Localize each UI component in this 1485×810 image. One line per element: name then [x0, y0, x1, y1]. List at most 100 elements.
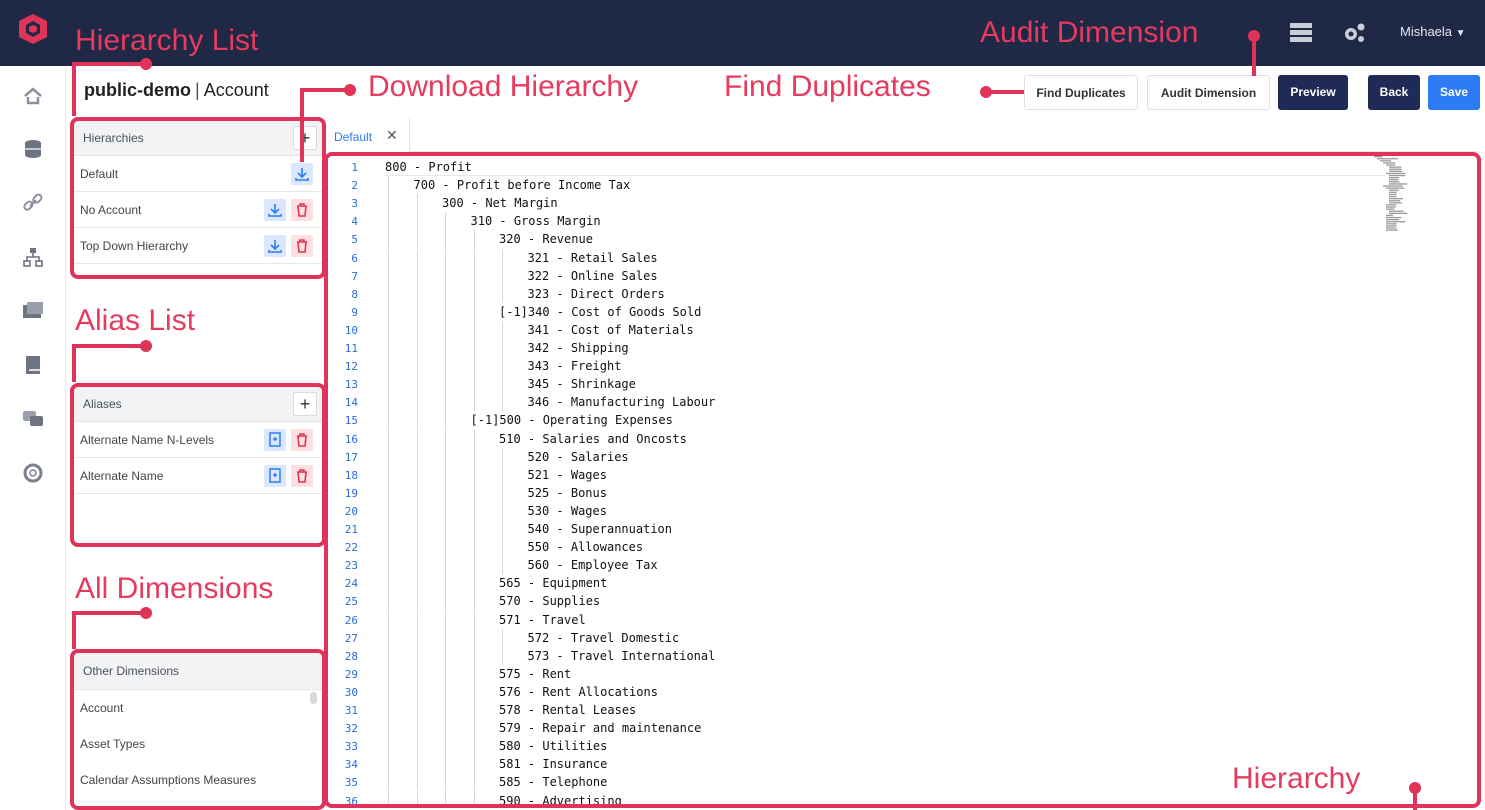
editor-line[interactable]: 15 [-1]500 - Operating Expenses — [330, 411, 1370, 430]
edit-alias-button[interactable] — [264, 465, 286, 487]
editor-line[interactable]: 4 310 - Gross Margin — [330, 212, 1370, 231]
editor-line[interactable]: 18 521 - Wages — [330, 465, 1370, 484]
editor-line[interactable]: 14 346 - Manufacturing Labour — [330, 393, 1370, 412]
back-button[interactable]: Back — [1368, 75, 1420, 110]
preview-button[interactable]: Preview — [1278, 75, 1348, 110]
editor-line[interactable]: 6 321 - Retail Sales — [330, 248, 1370, 267]
server-icon[interactable] — [1289, 22, 1313, 44]
editor-line[interactable]: 31 578 - Rental Leases — [330, 701, 1370, 719]
indent-guide — [445, 320, 446, 339]
hierarchy-item-top-down[interactable]: Top Down Hierarchy — [73, 228, 323, 264]
add-alias-button[interactable]: + — [293, 392, 317, 416]
indent-guide — [388, 791, 389, 804]
indent-guide — [388, 411, 389, 430]
editor-line[interactable]: 25 570 - Supplies — [330, 592, 1370, 611]
editor-line[interactable]: 24 565 - Equipment — [330, 574, 1370, 593]
gears-icon[interactable] — [1342, 22, 1366, 44]
editor-line[interactable]: 10 341 - Cost of Materials — [330, 320, 1370, 339]
delete-alias-button[interactable] — [291, 465, 313, 487]
line-number: 21 — [344, 523, 358, 536]
editor-line[interactable]: 7 322 - Online Sales — [330, 266, 1370, 285]
editor-line[interactable]: 9 [-1]340 - Cost of Goods Sold — [330, 302, 1370, 321]
line-number: 14 — [344, 396, 358, 410]
download-icon — [295, 168, 309, 181]
audit-dimension-button[interactable]: Audit Dimension — [1147, 75, 1270, 110]
hierarchy-item-default[interactable]: Default — [73, 156, 323, 192]
dimension-item[interactable]: Calendar Assumptions Measures — [73, 762, 323, 798]
edit-alias-button[interactable] — [264, 429, 286, 451]
line-number: 2 — [351, 179, 358, 193]
add-hierarchy-button[interactable]: + — [293, 126, 317, 150]
editor-line[interactable]: 13 345 - Shrinkage — [330, 375, 1370, 394]
editor-line[interactable]: 21 540 - Superannuation — [330, 520, 1370, 538]
delete-alias-button[interactable] — [291, 429, 313, 451]
other-dimensions-header: Other Dimensions — [73, 652, 323, 690]
editor-line[interactable]: 12 343 - Freight — [330, 357, 1370, 376]
find-duplicates-button[interactable]: Find Duplicates — [1024, 75, 1138, 110]
download-hierarchy-button[interactable] — [264, 199, 286, 221]
editor-line[interactable]: 32 579 - Repair and maintenance — [330, 719, 1370, 738]
editor-line[interactable]: 20 530 - Wages — [330, 501, 1370, 520]
user-menu[interactable]: Mishaela ▼ — [1400, 24, 1466, 39]
hierarchy-member: [-1]340 - Cost of Goods Sold — [499, 304, 702, 319]
editor-line[interactable]: 35 585 - Telephone — [330, 773, 1370, 792]
hierarchy-item-label: Default — [80, 167, 119, 181]
indent-guide — [502, 520, 503, 538]
delete-hierarchy-button[interactable] — [291, 235, 313, 257]
app-logo-icon[interactable] — [16, 12, 50, 46]
database-icon[interactable] — [21, 138, 45, 160]
alias-item[interactable]: Alternate Name — [73, 458, 323, 494]
hierarchy-editor[interactable]: 1 800 - Profit 2 700 - Profit before Income… — [330, 156, 1474, 804]
delete-hierarchy-button[interactable] — [291, 199, 313, 221]
editor-line[interactable]: 29 575 - Rent — [330, 664, 1370, 683]
alias-item[interactable]: Alternate Name N-Levels — [73, 422, 323, 458]
dimension-item[interactable]: Account — [73, 690, 323, 726]
editor-minimap[interactable] — [1368, 156, 1416, 236]
support-icon[interactable] — [21, 462, 45, 484]
editor-line[interactable]: 22 550 - Allowances — [330, 538, 1370, 557]
editor-line[interactable]: 16 510 - Salaries and Oncosts — [330, 429, 1370, 448]
other-dimensions-panel: Other Dimensions Account Asset Types Cal… — [73, 652, 323, 810]
home-icon[interactable] — [21, 84, 45, 106]
editor-line[interactable]: 28 573 - Travel International — [330, 646, 1370, 665]
hierarchy-item-no-account[interactable]: No Account — [73, 192, 323, 228]
indent-guide — [445, 719, 446, 738]
editor-line[interactable]: 34 581 - Insurance — [330, 755, 1370, 774]
editor-line[interactable]: 30 576 - Rent Allocations — [330, 682, 1370, 701]
indent-guide — [502, 375, 503, 394]
indent-guide — [388, 737, 389, 756]
editor-line[interactable]: 36 590 - Advertising — [330, 791, 1370, 804]
link-icon[interactable] — [21, 192, 45, 214]
connector — [72, 62, 144, 66]
hierarchy-list-annotation: Hierarchy List — [75, 24, 259, 57]
folder-icon[interactable] — [21, 300, 45, 322]
editor-line[interactable]: 3 300 - Net Margin — [330, 194, 1370, 213]
editor-line[interactable]: 11 342 - Shipping — [330, 339, 1370, 357]
editor-line[interactable]: 8 323 - Direct Orders — [330, 284, 1370, 303]
download-hierarchy-button[interactable] — [264, 235, 286, 257]
download-hierarchy-button[interactable] — [291, 163, 313, 185]
editor-line[interactable]: 17 520 - Salaries — [330, 447, 1370, 466]
book-icon[interactable] — [21, 354, 45, 376]
indent-guide — [416, 230, 418, 249]
save-button[interactable]: Save — [1428, 75, 1480, 110]
editor-line[interactable]: 2 700 - Profit before Income Tax — [330, 176, 1370, 195]
hierarchy-member: 310 - Gross Margin — [470, 214, 601, 229]
editor-line[interactable]: 19 525 - Bonus — [330, 483, 1370, 502]
editor-line[interactable]: 1 800 - Profit — [330, 158, 1370, 176]
dimension-item[interactable]: Asset Types — [73, 726, 323, 762]
editor-line[interactable]: 26 571 - Travel — [330, 610, 1370, 629]
line-number: 24 — [344, 577, 358, 591]
editor-line[interactable]: 23 560 - Employee Tax — [330, 556, 1370, 575]
tab-default[interactable]: Default ✕ — [328, 118, 410, 152]
hierarchy-member: 525 - Bonus — [527, 485, 607, 500]
chat-icon[interactable] — [21, 408, 45, 430]
indent-guide — [445, 212, 446, 231]
hierarchy-icon[interactable] — [21, 246, 45, 268]
indent-guide — [502, 538, 503, 557]
editor-line[interactable]: 5 320 - Revenue — [330, 230, 1370, 249]
editor-line[interactable]: 33 580 - Utilities — [330, 737, 1370, 756]
close-tab-icon[interactable]: ✕ — [386, 127, 398, 144]
editor-line[interactable]: 27 572 - Travel Domestic — [330, 628, 1370, 647]
indent-guide — [445, 357, 446, 376]
